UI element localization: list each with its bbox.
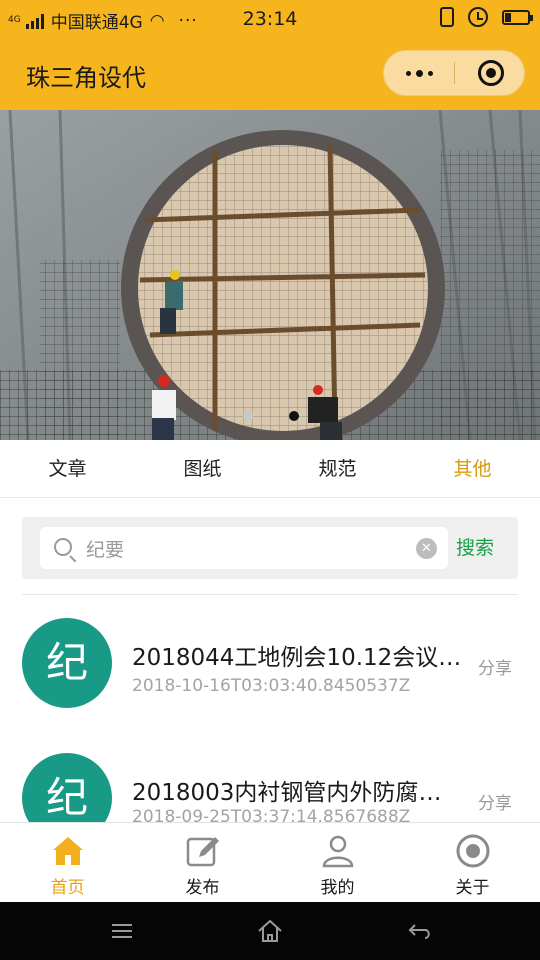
search-input[interactable]: [86, 533, 406, 563]
avatar: 纪: [22, 618, 112, 708]
tab-about[interactable]: 关于: [405, 823, 540, 902]
close-target-icon[interactable]: [478, 60, 504, 86]
carousel-dot-active[interactable]: [289, 411, 299, 421]
tab-other[interactable]: 其他: [405, 440, 540, 497]
construction-tunnel-ring-photo: [0, 110, 540, 440]
divider: [22, 594, 518, 595]
search-icon: [54, 538, 72, 556]
clear-icon[interactable]: ✕: [416, 538, 437, 559]
status-bar: 4G 中国联通4G ◠ ··· 23:14: [0, 0, 540, 38]
tab-mine-label: 我的: [320, 878, 355, 898]
phone-icon: [440, 7, 454, 27]
home-icon: [52, 837, 83, 865]
more-icon[interactable]: [384, 51, 454, 95]
tab-publish-label: 发布: [185, 878, 220, 898]
tab-bar: 首页 发布 我的 关于: [0, 822, 540, 902]
home-nav-icon[interactable]: [255, 916, 285, 946]
tab-home-label: 首页: [50, 878, 85, 898]
tab-standards[interactable]: 规范: [270, 440, 405, 497]
mini-program-header: 珠三角设代: [0, 38, 540, 110]
alarm-icon: [468, 7, 488, 27]
about-target-icon: [456, 834, 489, 868]
tab-drawings[interactable]: 图纸: [135, 440, 270, 497]
menu-icon[interactable]: [107, 916, 137, 946]
carousel-dot[interactable]: [243, 411, 253, 421]
page-title: 珠三角设代: [26, 64, 146, 92]
tab-mine[interactable]: 我的: [270, 823, 405, 902]
share-button[interactable]: 分享: [478, 654, 512, 679]
back-icon[interactable]: [405, 916, 435, 946]
category-tabs: 文章 图纸 规范 其他: [0, 440, 540, 498]
item-title[interactable]: 2018003内衬钢管内外防腐施工会议纪要: [132, 773, 464, 807]
tab-home[interactable]: 首页: [0, 823, 135, 902]
battery-icon: [502, 9, 533, 25]
item-date: 2018-10-16T03:03:40.8450537Z: [132, 676, 411, 696]
capsule-divider: [454, 62, 455, 84]
list-item[interactable]: 纪 2018044工地例会10.12会议纪要 2018-10-16T03:03:…: [0, 608, 540, 738]
share-button[interactable]: 分享: [478, 789, 512, 814]
tab-publish[interactable]: 发布: [135, 823, 270, 902]
search-panel: ✕ 搜索: [22, 517, 518, 579]
edit-icon: [186, 837, 219, 867]
menu-capsule: [383, 50, 525, 96]
search-button[interactable]: 搜索: [456, 533, 494, 560]
user-icon: [322, 835, 353, 868]
tab-about-label: 关于: [455, 878, 490, 898]
tab-articles[interactable]: 文章: [0, 440, 135, 497]
system-navigation-bar: [0, 902, 540, 960]
status-right: [440, 7, 533, 27]
banner-image[interactable]: [0, 110, 540, 440]
item-title[interactable]: 2018044工地例会10.12会议纪要: [132, 638, 464, 672]
search-box[interactable]: ✕: [40, 527, 448, 569]
